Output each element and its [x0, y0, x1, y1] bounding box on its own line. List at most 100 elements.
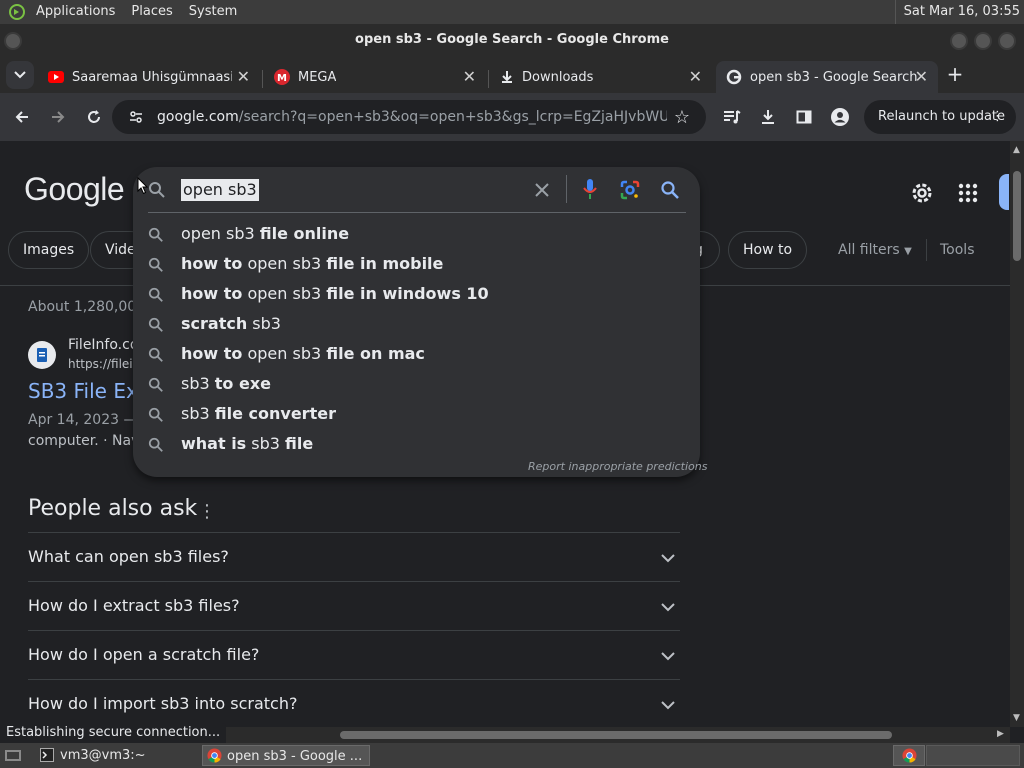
show-desktop-icon[interactable] — [4, 748, 22, 764]
close-icon[interactable]: ✕ — [689, 67, 702, 86]
menu-applications[interactable]: Applications — [28, 0, 123, 24]
chevron-down-icon[interactable] — [660, 651, 676, 661]
all-filters-label: All filters — [838, 242, 900, 258]
chevron-down-icon[interactable] — [660, 602, 676, 612]
tab-mega[interactable]: M MEGA ✕ — [264, 61, 486, 93]
suggestion-text: how to open sb3 file on mac — [181, 344, 425, 363]
tab-google-search[interactable]: open sb3 - Google Search ✕ — [716, 61, 938, 93]
paa-question[interactable]: How do I extract sb3 files? — [28, 596, 240, 615]
taskbar-item-label: vm3@vm3:~ — [60, 748, 146, 763]
filter-divider — [926, 239, 927, 261]
chip-how-to[interactable]: How to — [728, 231, 808, 269]
close-icon[interactable]: ✕ — [915, 67, 928, 86]
taskbar-item-terminal[interactable]: vm3@vm3:~ — [36, 745, 196, 766]
suggestion-item[interactable]: what is sb3 file — [148, 430, 688, 460]
scrollbar-thumb[interactable] — [340, 731, 892, 739]
downloads-icon[interactable] — [754, 103, 782, 131]
clear-close-icon[interactable] — [533, 181, 551, 199]
all-filters-button[interactable]: All filters ▼ — [838, 231, 912, 271]
url-text[interactable]: google.com/search?q=open+sb3&oq=open+sb3… — [157, 100, 667, 134]
scroll-right-arrow-icon[interactable]: ▶ — [997, 729, 1004, 739]
tools-button[interactable]: Tools — [940, 231, 975, 269]
suggestion-item[interactable]: how to open sb3 file in mobile — [148, 250, 688, 280]
paa-question[interactable]: What can open sb3 files? — [28, 547, 229, 566]
tab-title: Downloads — [522, 69, 594, 85]
more-options-icon[interactable]: ⋮ — [198, 501, 216, 522]
maximize-button[interactable] — [974, 32, 992, 50]
suggestion-item[interactable]: open sb3 file online — [148, 220, 688, 250]
media-controls-icon[interactable] — [718, 103, 746, 131]
search-icon — [149, 182, 165, 198]
chevron-down-icon[interactable] — [660, 700, 676, 710]
distro-logo-icon[interactable] — [6, 2, 28, 22]
chip-images[interactable]: Images — [8, 231, 90, 269]
forward-arrow-icon[interactable] — [44, 103, 72, 131]
suggestion-item[interactable]: how to open sb3 file on mac — [148, 340, 688, 370]
workspace-switcher[interactable] — [893, 745, 925, 766]
menu-places[interactable]: Places — [123, 0, 180, 24]
tab-search-button[interactable] — [6, 61, 34, 89]
paa-divider — [28, 581, 680, 582]
scrollbar-thumb[interactable] — [1013, 171, 1021, 261]
scroll-down-arrow-icon[interactable]: ▼ — [1013, 713, 1020, 723]
caret-down-icon: ▼ — [904, 246, 912, 257]
profile-avatar-icon[interactable] — [826, 103, 854, 131]
suggestion-text: open sb3 file online — [181, 224, 350, 243]
relaunch-label: Relaunch to update — [878, 109, 1006, 124]
side-panel-icon[interactable] — [790, 103, 818, 131]
minimize-button[interactable] — [950, 32, 968, 50]
report-predictions-link[interactable]: Report inappropriate predictions — [528, 460, 707, 473]
close-icon[interactable]: ✕ — [463, 67, 476, 86]
chrome-icon — [207, 748, 222, 763]
search-icon — [148, 377, 163, 392]
bottom-taskbar: vm3@vm3:~ open sb3 - Google ... — [0, 743, 1024, 768]
tab-downloads[interactable]: Downloads ✕ — [490, 61, 712, 93]
tab-saaremaa[interactable]: Saaremaa Ühisgümnaasium ✕ — [38, 61, 260, 93]
microphone-icon[interactable] — [582, 177, 598, 201]
address-bar[interactable]: google.com/search?q=open+sb3&oq=open+sb3… — [112, 100, 706, 134]
search-submit-icon[interactable] — [660, 180, 680, 200]
search-icon — [148, 257, 163, 272]
settings-gear-icon[interactable] — [906, 177, 938, 209]
menu-system[interactable]: System — [181, 0, 245, 24]
close-window-button[interactable] — [998, 32, 1016, 50]
result-title-link[interactable]: SB3 File Ex — [28, 379, 138, 403]
sign-in-button[interactable] — [999, 174, 1009, 210]
fileinfo-favicon-icon — [28, 341, 56, 369]
back-arrow-icon[interactable] — [8, 103, 36, 131]
workspace-switcher-empty[interactable] — [926, 745, 1020, 766]
google-logo[interactable]: Google — [24, 171, 125, 208]
google-apps-icon[interactable] — [954, 179, 982, 207]
search-icon — [148, 287, 163, 302]
close-icon[interactable]: ✕ — [237, 67, 250, 86]
reload-icon[interactable] — [80, 103, 108, 131]
suggestion-item[interactable]: sb3 file converter — [148, 400, 688, 430]
url-path: /search?q=open+sb3&oq=open+sb3&gs_lcrp=E… — [238, 109, 667, 125]
paa-question[interactable]: How do I import sb3 into scratch? — [28, 694, 297, 713]
suggestion-text: scratch sb3 — [181, 314, 281, 333]
relaunch-to-update-button[interactable]: Relaunch to update ⋮ — [864, 100, 1016, 134]
scroll-up-arrow-icon[interactable]: ▲ — [1013, 145, 1020, 155]
suggestion-text: sb3 to exe — [181, 374, 271, 393]
suggestion-item[interactable]: sb3 to exe — [148, 370, 688, 400]
taskbar-item-chrome[interactable]: open sb3 - Google ... — [202, 745, 370, 766]
suggestion-item[interactable]: how to open sb3 file in windows 10 — [148, 280, 688, 310]
search-input[interactable]: open sb3 — [181, 179, 259, 201]
chevron-down-icon[interactable] — [660, 553, 676, 563]
paa-question[interactable]: How do I open a scratch file? — [28, 645, 259, 664]
google-lens-icon[interactable] — [619, 179, 641, 201]
new-tab-plus-icon[interactable]: + — [941, 60, 969, 88]
mouse-pointer-icon — [137, 177, 149, 195]
site-info-icon[interactable] — [122, 103, 150, 131]
result-site-name[interactable]: FileInfo.co — [68, 337, 138, 353]
searchbox-underline — [148, 212, 686, 213]
paa-divider — [28, 630, 680, 631]
bookmark-star-icon[interactable]: ☆ — [668, 103, 696, 131]
window-menu-button[interactable] — [4, 32, 22, 50]
vertical-scrollbar[interactable]: ▲ ▼ — [1010, 141, 1024, 727]
suggestion-item[interactable]: scratch sb3 — [148, 310, 688, 340]
google-icon — [726, 69, 742, 85]
panel-clock[interactable]: Sat Mar 16, 03:55 — [894, 0, 1020, 24]
chrome-icon — [902, 748, 917, 763]
svg-text:M: M — [277, 73, 287, 84]
